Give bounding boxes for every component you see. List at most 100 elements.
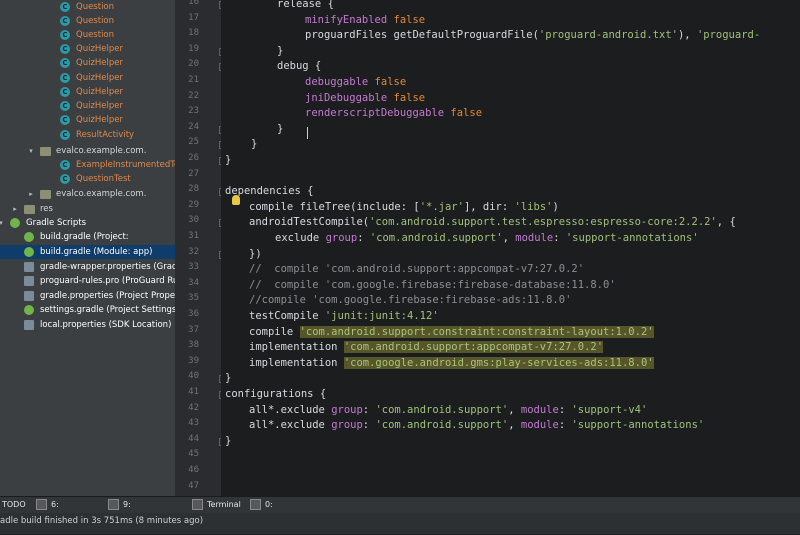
code-line[interactable]: //compile 'com.google.firebase:firebase-… <box>249 293 571 308</box>
tree-item[interactable]: C QuestionTest <box>0 172 175 186</box>
properties-icon <box>24 262 34 272</box>
tree-item[interactable]: build.gradle (Project: <box>0 230 175 244</box>
class-icon: C <box>60 58 70 68</box>
tree-item[interactable]: gradle-wrapper.properties (Gradle Vers <box>0 260 175 274</box>
code-line[interactable]: // compile 'com.google.firebase:firebase… <box>249 278 616 293</box>
tool-window-bar: TODO6: Logcat9: Version ControlTerminal0… <box>0 496 800 533</box>
code-line[interactable]: renderscriptDebuggable false <box>305 106 482 121</box>
code-token: 'com.android.support' <box>369 232 503 244</box>
code-line[interactable]: } <box>225 434 231 449</box>
code-editor[interactable]: release {minifyEnabled false proguardFile… <box>221 0 800 496</box>
tree-item[interactable]: C QuizHelper <box>0 113 175 127</box>
code-line[interactable]: } <box>225 153 231 168</box>
code-line[interactable]: }) <box>249 247 262 262</box>
project-tree[interactable]: C Question C Question C Question C QuizHelper C Q… <box>0 0 175 496</box>
code-line[interactable]: exclude group: 'com.android.support', mo… <box>275 231 699 246</box>
tree-item[interactable]: ▸ res <box>0 202 175 216</box>
line-number: 17 <box>188 12 199 23</box>
code-line[interactable]: debuggable false <box>305 75 406 90</box>
line-number: 47 <box>188 480 199 491</box>
tree-item-label: QuizHelper <box>76 87 124 97</box>
code-token: androidTestCompile( <box>249 216 370 229</box>
tree-item[interactable]: ▾ evalco.example.com. <box>0 144 175 158</box>
code-token: } <box>277 122 284 135</box>
code-token: false <box>374 76 407 88</box>
expand-arrow-icon[interactable]: ▾ <box>26 146 36 156</box>
line-number: 46 <box>188 465 199 475</box>
code-line[interactable]: testCompile 'junit:junit:4.12' <box>249 309 439 324</box>
expand-arrow-icon[interactable]: ▾ <box>0 218 6 228</box>
tree-item[interactable]: C QuizHelper <box>0 71 175 85</box>
code-token: ) <box>552 200 559 213</box>
line-number: 30 <box>188 215 199 226</box>
tree-item[interactable]: local.properties (SDK Location) <box>0 318 175 332</box>
collapse-arrow-icon[interactable]: ▸ <box>26 189 36 199</box>
tree-item[interactable]: C Question <box>0 0 175 14</box>
code-token: proguardFiles getDefaultProguardFile( <box>305 29 539 42</box>
code-token: : <box>357 232 370 244</box>
code-line[interactable]: } <box>277 122 283 137</box>
tree-item[interactable]: C QuizHelper <box>0 99 175 113</box>
tree-item[interactable]: C Question <box>0 28 175 42</box>
code-line[interactable]: all*.exclude group: 'com.android.support… <box>249 418 704 433</box>
code-line[interactable]: implementation 'com.google.android.gms:p… <box>249 356 654 371</box>
line-number: 38 <box>188 340 199 351</box>
tree-item[interactable]: ▸ evalco.example.com. <box>0 187 175 201</box>
code-token: '*.jar' <box>419 200 464 213</box>
line-number: 19 <box>188 43 199 54</box>
line-number: 27 <box>188 168 199 179</box>
code-line[interactable]: all*.exclude group: 'com.android.support… <box>249 403 647 418</box>
lightbulb-icon[interactable] <box>232 195 240 205</box>
tree-item[interactable]: C QuizHelper <box>0 56 175 70</box>
code-line[interactable]: proguardFiles getDefaultProguardFile('pr… <box>305 28 760 43</box>
code-token: 'support-annotations' <box>565 232 699 244</box>
line-number: 21 <box>188 75 199 85</box>
logcat-icon <box>36 499 47 510</box>
code-token: implementation <box>249 356 344 369</box>
tree-item[interactable]: build.gradle (Module: app) <box>0 245 175 259</box>
class-icon: C <box>60 87 70 97</box>
code-line[interactable]: debug { <box>277 59 321 74</box>
tree-item-label: QuizHelper <box>76 58 124 68</box>
properties-icon <box>24 276 34 286</box>
code-line[interactable]: release { <box>277 0 334 12</box>
collapse-arrow-icon[interactable]: ▸ <box>10 204 20 214</box>
tree-item[interactable]: proguard-rules.pro (ProGuard Rules fo <box>0 274 175 288</box>
tree-item[interactable]: settings.gradle (Project Settings) <box>0 303 175 317</box>
code-line[interactable]: minifyEnabled false <box>305 13 425 28</box>
code-token: module <box>520 403 559 416</box>
code-token: , <box>502 232 516 244</box>
line-number: 45 <box>188 449 199 460</box>
line-number: 34 <box>188 277 199 288</box>
tree-item-label: settings.gradle (Project Settings) <box>40 305 175 315</box>
code-token: group <box>325 232 358 244</box>
code-token: 'proguard-android.txt' <box>538 29 678 42</box>
code-token: 'support-v4' <box>571 403 648 416</box>
tree-item[interactable]: gradle.properties (Project Properties) <box>0 289 175 303</box>
code-token: debug { <box>277 60 322 73</box>
tree-item[interactable]: ▾ Gradle Scripts <box>0 216 175 230</box>
tree-item[interactable]: C QuizHelper <box>0 42 175 56</box>
tree-item[interactable]: C ResultActivity <box>0 128 175 142</box>
tree-item[interactable]: C QuizHelper <box>0 85 175 99</box>
code-line[interactable]: } <box>277 44 283 59</box>
code-token: module <box>520 419 559 432</box>
code-line[interactable]: compile fileTree(include: ['*.jar'], dir… <box>249 200 559 215</box>
code-token: compile fileTree(include: [ <box>249 200 420 213</box>
code-token: }) <box>249 247 262 260</box>
code-token: , <box>508 403 521 416</box>
code-token: ], dir: <box>463 200 515 213</box>
code-line[interactable]: jniDebuggable false <box>305 91 425 106</box>
code-token: } <box>277 44 284 57</box>
text-cursor <box>307 127 308 139</box>
tree-item[interactable]: C Question <box>0 14 175 28</box>
code-line[interactable]: configurations { <box>225 387 326 402</box>
tree-item[interactable]: C ExampleInstrumentedTest <box>0 158 175 172</box>
code-line[interactable]: compile 'com.android.support.constraint:… <box>249 325 654 340</box>
code-line[interactable]: implementation 'com.android.support:appc… <box>249 340 604 355</box>
code-token: : <box>362 403 376 416</box>
code-line[interactable]: } <box>225 371 231 386</box>
code-line[interactable]: // compile 'com.android.support:appcompa… <box>249 262 584 277</box>
code-line[interactable]: } <box>251 137 257 152</box>
code-line[interactable]: androidTestCompile('com.android.support.… <box>249 215 736 230</box>
